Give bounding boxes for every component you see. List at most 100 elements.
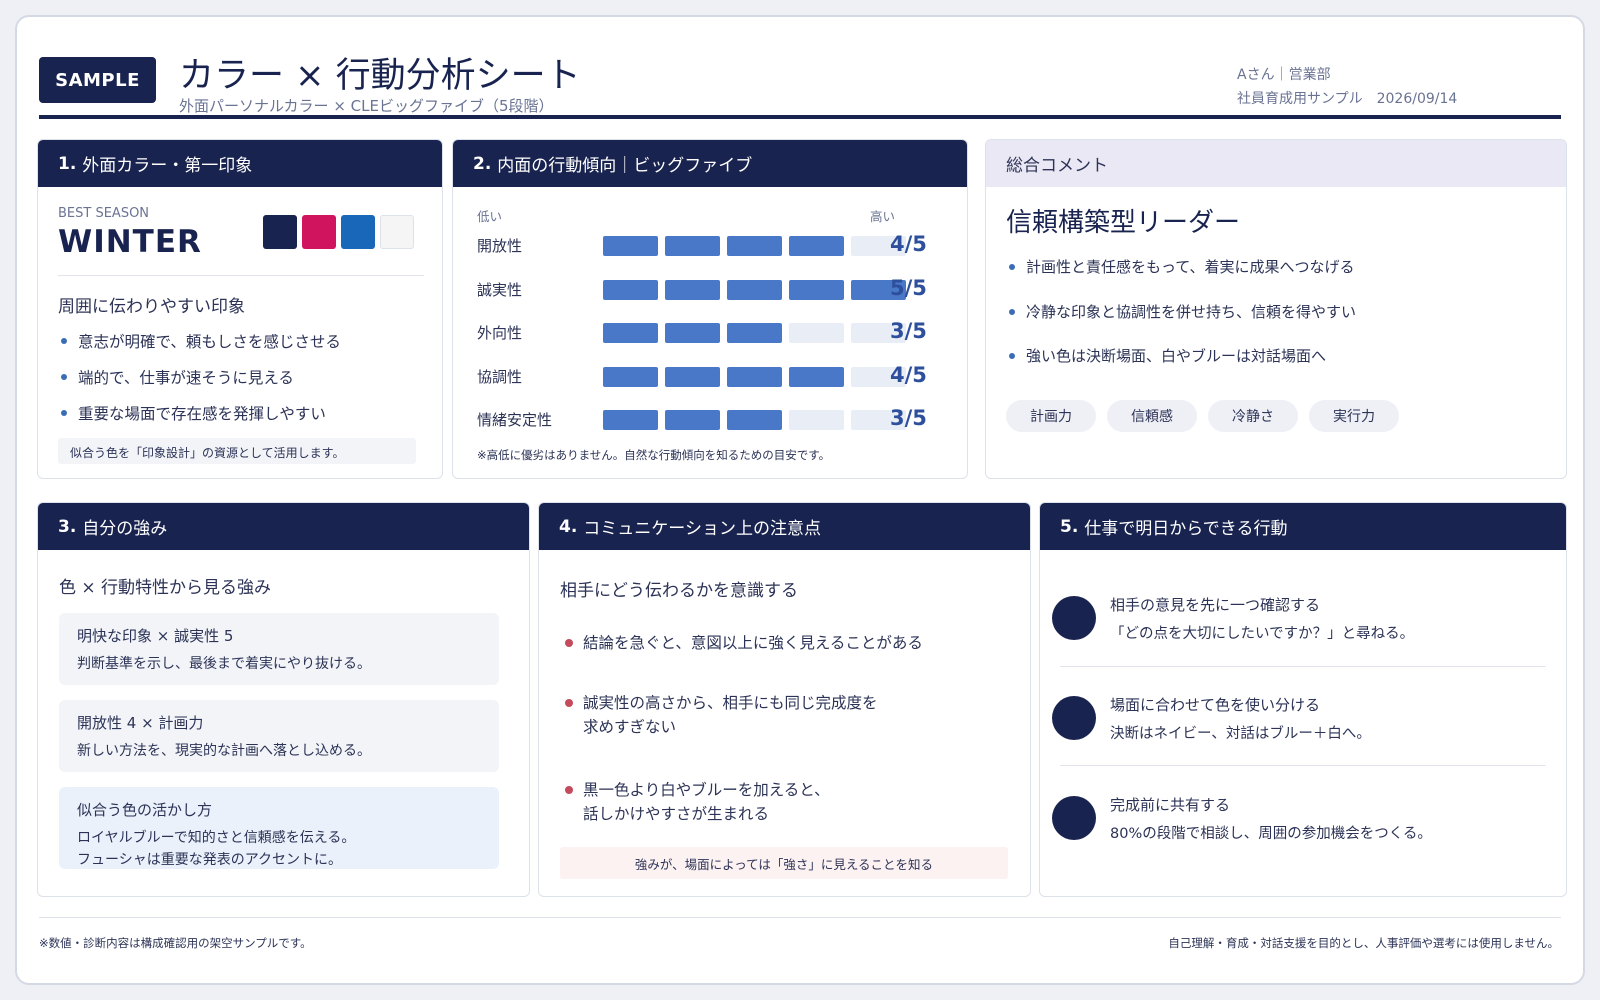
section-number: 3. — [58, 516, 77, 537]
section-heading: 1. 外面カラー・第一印象 — [38, 140, 442, 187]
keyword-tag: 冷静さ — [1208, 400, 1298, 432]
section-title: 自分の強み — [82, 519, 168, 539]
impression-bullet: 意志が明確で、頼もしさを感じさせる — [58, 330, 341, 352]
step-number: 1 — [1052, 596, 1096, 640]
trait-score: 4/5 — [890, 232, 927, 256]
trait-name: 誠実性 — [477, 280, 523, 299]
step-title: 相手の意見を先に一つ確認する — [1110, 596, 1321, 614]
strength-title: 似合う色の活かし方 — [77, 801, 213, 819]
trait-name: 外向性 — [477, 324, 523, 342]
step-desc: 「どの点を大切にしたいですか？」と尋ねる。 — [1110, 626, 1415, 642]
summary-bullet: 強い色は決断場面、白やブルーは対話場面へ — [1006, 345, 1326, 366]
section-big-five: 2. 内面の行動傾向｜ビッグファイブ 低い 高い 開放性 4/5 誠実性 5/5 外向性 3… — [452, 139, 968, 479]
section-heading: 総合コメント — [986, 140, 1566, 187]
strengths-subtitle: 色 × 行動特性から見る強み — [59, 578, 272, 598]
big-five-note: ※高低に優劣はありません。自然な行動傾向を知るための目安です。 — [477, 448, 831, 462]
strength-item: 開放性 4 × 計画力 新しい方法を、現実的な計画へ落とし込める。 — [59, 700, 499, 772]
step-desc: 80%の段階で相談し、周囲の参加機会をつくる。 — [1110, 826, 1432, 842]
season-label: BEST SEASON — [58, 206, 150, 221]
date-label: 2026/09/14 — [1376, 91, 1458, 107]
divider — [1060, 666, 1546, 667]
strength-desc: 新しい方法を、現実的な計画へ落とし込める。 — [77, 743, 371, 759]
score-bar-filled — [665, 236, 720, 256]
section-communication: 4. コミュニケーション上の注意点 相手にどう伝わるかを意識する 結論を急ぐと、意… — [538, 502, 1031, 897]
section-actions: 5. 仕事で明日からできる行動 1 相手の意見を先に一つ確認する 「どの点を大切に… — [1039, 502, 1567, 897]
trait-name: 情緒安定性 — [477, 411, 553, 429]
section-number: 2. — [473, 153, 492, 174]
trait-score: 3/5 — [890, 406, 927, 430]
score-bar-filled — [665, 279, 720, 300]
score-bar-filled — [727, 366, 782, 387]
person-info: Aさん｜営業部 — [1237, 67, 1331, 83]
section-number: 5. — [1060, 516, 1079, 537]
scale-high-label: 高い — [870, 209, 896, 224]
strength-title: 開放性 4 × 計画力 — [77, 714, 204, 732]
color-swatch-white — [380, 215, 414, 249]
step-number: 3 — [1052, 796, 1096, 840]
score-bar-filled — [727, 323, 782, 343]
score-bar-empty — [789, 410, 844, 430]
strength-desc: ロイヤルブルーで知的さと信頼感を伝える。 フューシャは重要な発表のアクセントに。 — [77, 830, 356, 868]
score-bar-filled — [603, 410, 658, 430]
caution-bullet: 結論を急ぐと、意図以上に強く見えることがある — [563, 631, 923, 655]
divider — [1060, 765, 1546, 766]
section-heading: 3. 自分の強み — [38, 503, 529, 550]
divider — [58, 275, 424, 276]
score-bar-filled — [603, 323, 658, 343]
keyword-tag: 信頼感 — [1107, 400, 1197, 432]
leader-type: 信頼構築型リーダー — [1006, 208, 1241, 238]
section-summary: 総合コメント 信頼構築型リーダー 計画性と責任感をもって、着実に成果へつなげる … — [985, 139, 1567, 479]
score-bar-filled — [603, 366, 658, 387]
score-bar-filled — [727, 236, 782, 256]
trait-score: 5/5 — [890, 275, 927, 300]
section-heading: 4. コミュニケーション上の注意点 — [539, 503, 1030, 550]
trait-score: 4/5 — [890, 362, 927, 387]
section-heading: 5. 仕事で明日からできる行動 — [1040, 503, 1566, 550]
purpose-label: 社員育成用サンプル — [1237, 91, 1363, 107]
score-bar-filled — [665, 410, 720, 430]
section-title: コミュニケーション上の注意点 — [583, 519, 821, 539]
strength-item: 明快な印象 × 誠実性 5 判断基準を示し、最後まで着実にやり抜ける。 — [59, 613, 499, 685]
score-bar-filled — [727, 410, 782, 430]
step-title: 場面に合わせて色を使い分ける — [1110, 696, 1321, 714]
section-number: 1. — [58, 153, 77, 174]
section-title: 仕事で明日からできる行動 — [1084, 519, 1288, 539]
score-bar-filled — [603, 236, 658, 256]
step-number: 2 — [1052, 696, 1096, 740]
section-number: 4. — [559, 516, 578, 537]
strength-desc: 判断基準を示し、最後まで着実にやり抜ける。 — [77, 656, 371, 672]
keyword-tag: 実行力 — [1309, 400, 1399, 432]
color-note: 似合う色を「印象設計」の資源として活用します。 — [58, 438, 416, 464]
color-swatch-fuchsia — [302, 215, 336, 249]
score-bar-filled — [665, 323, 720, 343]
analysis-sheet: SAMPLE カラー × 行動分析シート 外面パーソナルカラー × CLEビッグ… — [15, 15, 1585, 985]
footer-divider — [39, 917, 1561, 918]
sheet-meta: Aさん｜営業部 社員育成用サンプル 2026/09/14 — [1237, 63, 1457, 111]
page-title: カラー × 行動分析シート — [179, 56, 581, 96]
section-outer-color: 1. 外面カラー・第一印象 BEST SEASON WINTER 周囲に伝わりやす… — [37, 139, 443, 479]
step-title: 完成前に共有する — [1110, 796, 1231, 814]
communication-subtitle: 相手にどう伝わるかを意識する — [560, 581, 798, 601]
summary-bullet: 冷静な印象と協調性を併せ持ち、信頼を得やすい — [1006, 301, 1356, 322]
trait-name: 協調性 — [477, 367, 523, 386]
scale-low-label: 低い — [477, 209, 503, 224]
caution-bullet: 黒一色より白やブルーを加えると、 話しかけやすさが生まれる — [563, 778, 830, 826]
sample-badge: SAMPLE — [39, 57, 156, 103]
score-bar-filled — [789, 236, 844, 256]
strength-title: 明快な印象 × 誠実性 5 — [77, 627, 234, 645]
score-bar-filled — [789, 366, 844, 387]
strength-item-color: 似合う色の活かし方 ロイヤルブルーで知的さと信頼感を伝える。 フューシャは重要な… — [59, 787, 499, 869]
page-subtitle: 外面パーソナルカラー × CLEビッグファイブ（5段階） — [179, 97, 554, 115]
footer-usage-note: 自己理解・育成・対話支援を目的とし、人事評価や選考には使用しません。 — [1168, 936, 1559, 950]
trait-name: 開放性 — [477, 237, 523, 255]
caution-bullet: 誠実性の高さから、相手にも同じ完成度を 求めすぎない — [563, 691, 878, 739]
communication-note: 強みが、場面によっては「強さ」に見えることを知る — [560, 847, 1008, 879]
impression-bullet: 重要な場面で存在感を発揮しやすい — [58, 402, 326, 424]
trait-score: 3/5 — [890, 319, 927, 343]
score-bar-filled — [789, 279, 844, 300]
score-bar-filled — [665, 366, 720, 387]
keyword-tag: 計画力 — [1006, 400, 1096, 432]
section-title: 内面の行動傾向｜ビッグファイブ — [497, 156, 753, 176]
step-desc: 決断はネイビー、対話はブルー＋白へ。 — [1110, 726, 1371, 742]
score-bar-filled — [603, 279, 658, 300]
